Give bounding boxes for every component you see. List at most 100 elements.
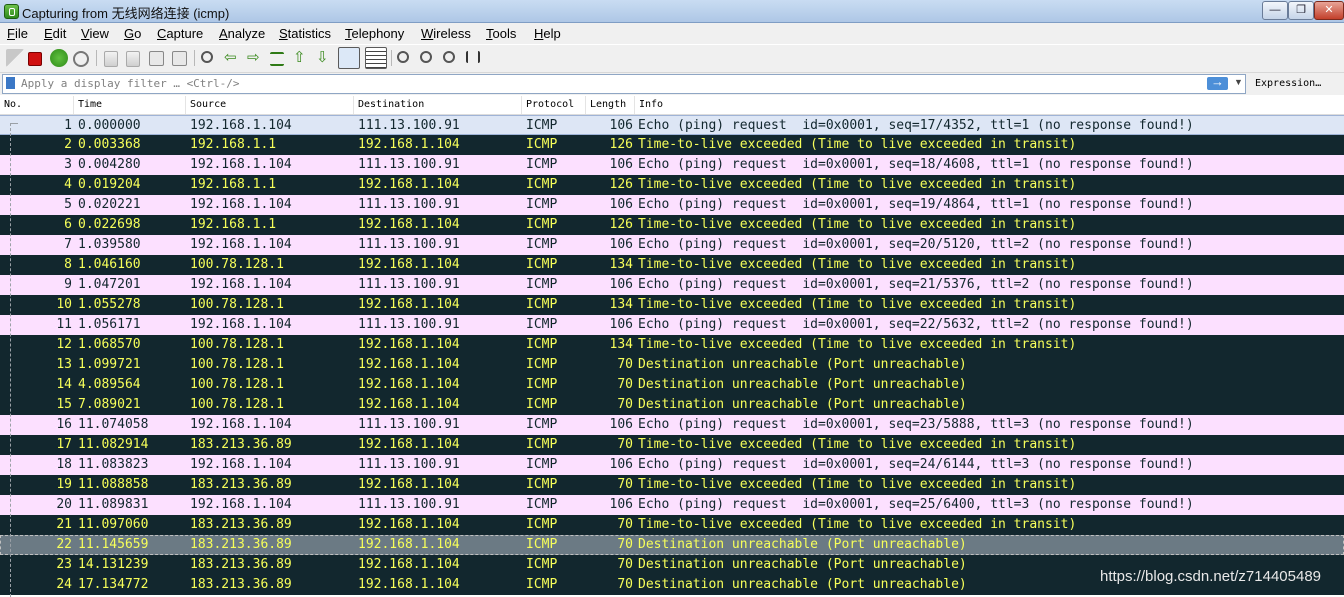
conversation-tree-line — [10, 123, 12, 597]
packet-time-cell: 1.039580 — [78, 237, 141, 252]
go-to-packet-icon[interactable] — [270, 52, 284, 66]
column-header-info[interactable]: Info — [639, 99, 663, 110]
packet-row[interactable]: 17 11.082914 183.213.36.89 192.168.1.104 ICM… — [0, 435, 1344, 455]
zoom-out-icon[interactable] — [420, 51, 432, 63]
normal-size-icon[interactable] — [443, 51, 455, 63]
bookmark-icon[interactable] — [6, 77, 15, 89]
menu-wireless[interactable]: Wireless — [421, 26, 471, 41]
menu-tools[interactable]: Tools — [486, 26, 516, 41]
packet-row[interactable]: 21 11.097060 183.213.36.89 192.168.1.104 ICM… — [0, 515, 1344, 535]
packet-row[interactable]: 20 11.089831 192.168.1.104 111.13.100.91 ICM… — [0, 495, 1344, 515]
packet-destination-cell: 111.13.100.91 — [358, 317, 460, 332]
conversation-tree-corner — [10, 123, 18, 124]
packet-destination-cell: 192.168.1.104 — [358, 517, 460, 532]
packet-row[interactable]: 7 1.039580 192.168.1.104 111.13.100.91 ICMP 1… — [0, 235, 1344, 255]
close-button[interactable]: ✕ — [1314, 1, 1344, 20]
packet-row[interactable]: 15 7.089021 100.78.128.1 192.168.1.104 ICMP 7… — [0, 395, 1344, 415]
packet-destination-cell: 192.168.1.104 — [358, 537, 460, 552]
packet-row[interactable]: 2 0.003368 192.168.1.1 192.168.1.104 ICMP 126… — [0, 135, 1344, 155]
packet-destination-cell: 111.13.100.91 — [358, 157, 460, 172]
column-header-destination[interactable]: Destination — [358, 99, 424, 110]
display-filter-input[interactable] — [21, 76, 1171, 91]
packet-destination-cell: 192.168.1.104 — [358, 357, 460, 372]
packet-row[interactable]: 4 0.019204 192.168.1.1 192.168.1.104 ICMP 126… — [0, 175, 1344, 195]
menu-telephony[interactable]: Telephony — [345, 26, 404, 41]
menu-help[interactable]: Help — [534, 26, 561, 41]
column-header-protocol[interactable]: Protocol — [526, 99, 574, 110]
packet-protocol-cell: ICMP — [526, 537, 558, 552]
go-to-last-icon[interactable]: ⇩ — [316, 49, 334, 67]
menu-go[interactable]: Go — [124, 26, 141, 41]
apply-filter-arrow-icon[interactable] — [1207, 74, 1228, 90]
menu-capture[interactable]: Capture — [157, 26, 203, 41]
packet-protocol-cell: ICMP — [526, 497, 558, 512]
menu-edit[interactable]: Edit — [44, 26, 66, 41]
go-forward-icon[interactable]: ⇨ — [247, 49, 265, 67]
menu-view[interactable]: View — [81, 26, 109, 41]
packet-row[interactable]: 16 11.074058 192.168.1.104 111.13.100.91 ICM… — [0, 415, 1344, 435]
close-file-icon[interactable] — [149, 51, 164, 66]
capture-options-icon[interactable] — [73, 51, 89, 67]
packet-row[interactable]: 8 1.046160 100.78.128.1 192.168.1.104 ICMP 13… — [0, 255, 1344, 275]
packet-info-cell: Time-to-live exceeded (Time to live exce… — [638, 177, 1077, 192]
display-filter-box: ▼ — [2, 74, 1246, 94]
packet-list[interactable]: 1 0.000000 192.168.1.104 111.13.100.91 ICMP 1… — [0, 115, 1344, 597]
chevron-down-icon[interactable]: ▼ — [1234, 77, 1243, 87]
reload-file-icon[interactable] — [172, 51, 187, 66]
column-divider[interactable] — [521, 96, 522, 114]
packet-row[interactable]: 14 4.089564 100.78.128.1 192.168.1.104 ICMP 7… — [0, 375, 1344, 395]
packet-destination-cell: 111.13.100.91 — [358, 197, 460, 212]
packet-protocol-cell: ICMP — [526, 517, 558, 532]
column-header-time[interactable]: Time — [78, 99, 102, 110]
column-header-length[interactable]: Length — [590, 99, 626, 110]
stop-capture-icon[interactable] — [28, 52, 42, 66]
packet-row[interactable]: 19 11.088858 183.213.36.89 192.168.1.104 ICM… — [0, 475, 1344, 495]
packet-row[interactable]: 5 0.020221 192.168.1.104 111.13.100.91 ICMP 1… — [0, 195, 1344, 215]
minimize-button[interactable]: — — [1262, 1, 1288, 20]
packet-destination-cell: 192.168.1.104 — [358, 177, 460, 192]
packet-number-cell: 16 — [56, 417, 72, 432]
expression-button[interactable]: Expression… — [1255, 78, 1321, 89]
go-back-icon[interactable]: ⇦ — [224, 49, 242, 67]
column-divider[interactable] — [73, 96, 74, 114]
packet-row[interactable]: 3 0.004280 192.168.1.104 111.13.100.91 ICMP 1… — [0, 155, 1344, 175]
packet-protocol-cell: ICMP — [526, 237, 558, 252]
go-to-first-icon[interactable]: ⇧ — [293, 49, 311, 67]
packet-row[interactable]: 18 11.083823 192.168.1.104 111.13.100.91 ICM… — [0, 455, 1344, 475]
packet-row[interactable]: 10 1.055278 100.78.128.1 192.168.1.104 ICMP 1… — [0, 295, 1344, 315]
packet-row[interactable]: 6 0.022698 192.168.1.1 192.168.1.104 ICMP 126… — [0, 215, 1344, 235]
packet-protocol-cell: ICMP — [526, 377, 558, 392]
column-divider[interactable] — [185, 96, 186, 114]
packet-row[interactable]: 1 0.000000 192.168.1.104 111.13.100.91 ICMP 1… — [0, 115, 1344, 135]
column-divider[interactable] — [634, 96, 635, 114]
column-header-no[interactable]: No. — [4, 99, 22, 110]
find-packet-icon[interactable] — [201, 51, 213, 63]
menu-statistics[interactable]: Statistics — [279, 26, 331, 41]
packet-number-cell: 15 — [56, 397, 72, 412]
packet-destination-cell: 192.168.1.104 — [358, 477, 460, 492]
packet-source-cell: 192.168.1.1 — [190, 217, 277, 232]
column-divider[interactable] — [585, 96, 586, 114]
column-header-source[interactable]: Source — [190, 99, 226, 110]
resize-columns-icon[interactable] — [466, 51, 480, 63]
packet-time-cell: 0.020221 — [78, 197, 141, 212]
packet-protocol-cell: ICMP — [526, 217, 558, 232]
menu-file[interactable]: File — [7, 26, 28, 41]
save-file-icon[interactable] — [126, 51, 140, 67]
autoscroll-icon[interactable] — [338, 47, 360, 69]
packet-time-cell: 11.088858 — [78, 477, 149, 492]
restore-button[interactable]: ❐ — [1288, 1, 1314, 20]
restart-capture-icon[interactable] — [50, 49, 68, 67]
packet-row[interactable]: 13 1.099721 100.78.128.1 192.168.1.104 ICMP 7… — [0, 355, 1344, 375]
shark-fin-start-icon[interactable] — [6, 49, 24, 67]
packet-row[interactable]: 22 11.145659 183.213.36.89 192.168.1.104 ICM… — [0, 535, 1344, 555]
packet-row[interactable]: 9 1.047201 192.168.1.104 111.13.100.91 ICMP 1… — [0, 275, 1344, 295]
colorize-icon[interactable] — [365, 47, 387, 69]
column-divider[interactable] — [353, 96, 354, 114]
packet-row[interactable]: 11 1.056171 192.168.1.104 111.13.100.91 ICMP… — [0, 315, 1344, 335]
zoom-in-icon[interactable] — [397, 51, 409, 63]
packet-number-cell: 2 — [64, 137, 72, 152]
packet-row[interactable]: 12 1.068570 100.78.128.1 192.168.1.104 ICMP 1… — [0, 335, 1344, 355]
menu-analyze[interactable]: Analyze — [219, 26, 265, 41]
open-file-icon[interactable] — [104, 51, 118, 67]
